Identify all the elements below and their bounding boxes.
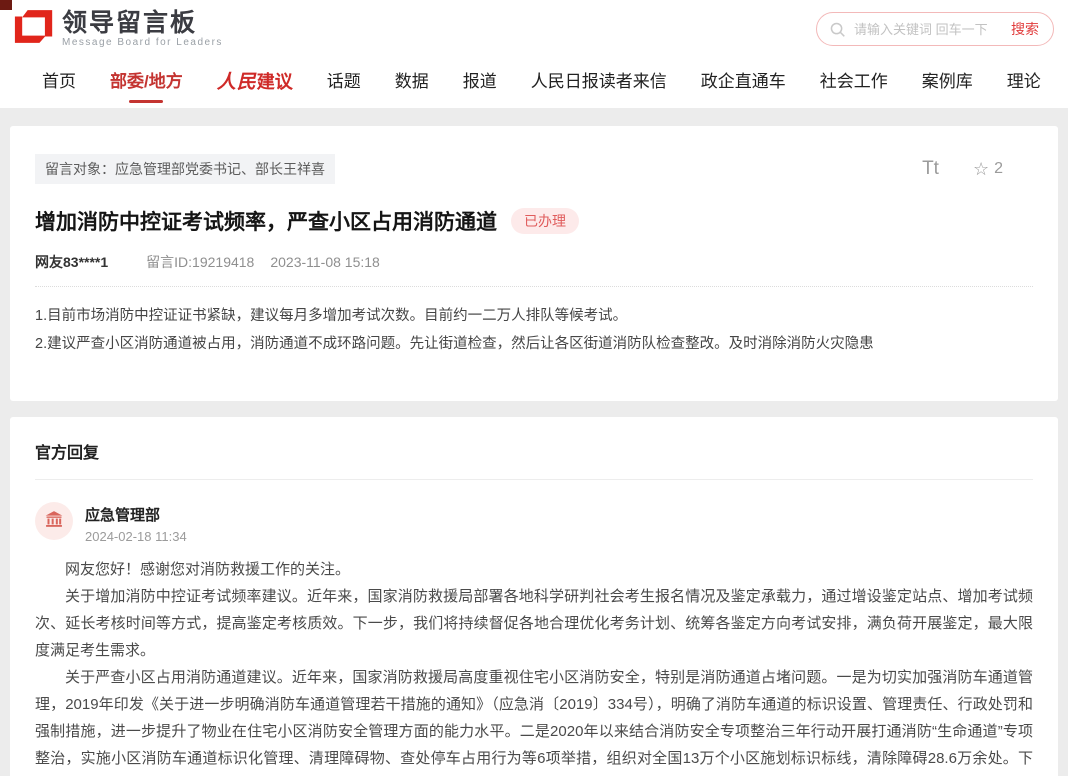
favorite-control[interactable]: ☆ 2 [973, 159, 1003, 180]
font-size-toggle[interactable]: Tt [922, 158, 939, 180]
nav-item-gov-enterprise[interactable]: 政企直通车 [684, 58, 803, 108]
message-target-tag: 留言对象：应急管理部党委书记、部长王祥喜 [35, 154, 335, 184]
avatar [35, 502, 73, 540]
site-logo[interactable]: 领导留言板 Message Board for Leaders [14, 9, 223, 49]
reply-paragraph: 关于增加消防中控证考试频率建议。近年来，国家消防救援局部署各地科学研判社会考生报… [35, 583, 1033, 664]
site-title: 领导留言板 [62, 10, 223, 36]
reply-datetime: 2024-02-18 11:34 [85, 529, 187, 544]
message-body-line: 2.建议严查小区消防通道被占用，消防通道不成环路问题。先让街道检查，然后让各区街… [35, 331, 1033, 357]
search-icon [829, 21, 846, 38]
message-datetime: 2023-11-08 15:18 [270, 254, 380, 270]
nav-item-case-library[interactable]: 案例库 [905, 58, 990, 108]
nav-item-reports[interactable]: 报道 [446, 58, 514, 108]
nav-item-reader-letters[interactable]: 人民日报读者来信 [514, 58, 684, 108]
star-icon: ☆ [973, 159, 989, 180]
search-input[interactable] [854, 22, 1009, 37]
message-author: 网友83****1 [35, 252, 108, 272]
status-badge: 已办理 [511, 208, 579, 234]
message-id: 留言ID:19219418 [146, 252, 254, 272]
reply-agency-row: 应急管理部 2024-02-18 11:34 [35, 502, 1033, 544]
site-subtitle: Message Board for Leaders [62, 37, 223, 48]
government-building-icon [44, 509, 64, 534]
reply-divider [35, 479, 1033, 480]
main-nav: 首页 部委/地方 人民建议 话题 数据 报道 人民日报读者来信 政企直通车 社会… [0, 58, 1068, 108]
main-content: 留言对象：应急管理部党委书记、部长王祥喜 Tt ☆ 2 增加消防中控证考试频率，… [0, 108, 1068, 776]
nav-item-home[interactable]: 首页 [25, 58, 93, 108]
site-logo-icon [14, 9, 54, 49]
nav-item-social-work[interactable]: 社会工作 [803, 58, 905, 108]
nav-item-topics[interactable]: 话题 [310, 58, 378, 108]
reply-paragraph: 网友您好！感谢您对消防救援工作的关注。 [35, 556, 1033, 583]
nav-item-ministries-local[interactable]: 部委/地方 [93, 58, 200, 108]
reply-section-title: 官方回复 [35, 439, 1033, 463]
search-button[interactable]: 搜索 [1009, 19, 1041, 39]
reply-agency-name: 应急管理部 [85, 502, 187, 525]
search-box[interactable]: 搜索 [816, 12, 1054, 46]
message-body: 1.目前市场消防中控证证书紧缺，建议每月多增加考试次数。目前约一二万人排队等候考… [35, 303, 1033, 357]
brand-part2: 建议 [257, 72, 293, 92]
message-body-line: 1.目前市场消防中控证证书紧缺，建议每月多增加考试次数。目前约一二万人排队等候考… [35, 303, 1033, 329]
reply-paragraph: 关于严查小区占用消防通道建议。近年来，国家消防救援局高度重视住宅小区消防安全，特… [35, 664, 1033, 776]
official-reply-card: 官方回复 应急管理部 2024-02-18 [10, 417, 1058, 776]
nav-item-people-suggestions[interactable]: 人民建议 [200, 58, 310, 108]
message-title: 增加消防中控证考试频率，严查小区占用消防通道 [35, 206, 497, 236]
brand-part1: 人民 [217, 72, 257, 93]
corner-mark-decoration [0, 0, 12, 10]
nav-item-theory[interactable]: 理论 [990, 58, 1058, 108]
message-meta: 网友83****1 留言ID:19219418 2023-11-08 15:18 [35, 252, 1033, 287]
favorite-count: 2 [994, 160, 1003, 178]
message-card: 留言对象：应急管理部党委书记、部长王祥喜 Tt ☆ 2 增加消防中控证考试频率，… [10, 126, 1058, 401]
nav-item-data[interactable]: 数据 [378, 58, 446, 108]
reply-body: 网友您好！感谢您对消防救援工作的关注。 关于增加消防中控证考试频率建议。近年来，… [35, 556, 1033, 776]
top-header: 领导留言板 Message Board for Leaders 搜索 [0, 0, 1068, 58]
